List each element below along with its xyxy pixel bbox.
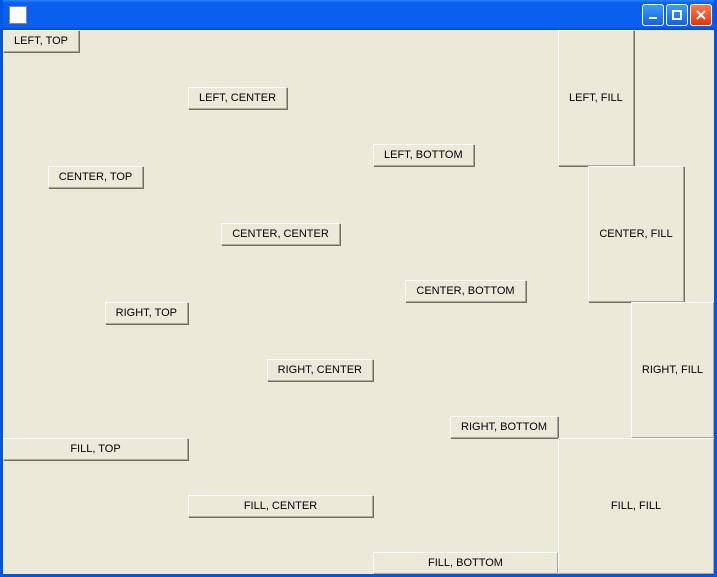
cell-right-top: RIGHT, TOP [3,302,188,438]
button-left-fill[interactable]: LEFT, FILL [558,30,634,166]
button-right-fill[interactable]: RIGHT, FILL [631,302,714,438]
client-area: LEFT, TOP LEFT, CENTER LEFT, BOTTOM LEFT… [3,30,714,574]
button-fill-bottom[interactable]: FILL, BOTTOM [373,552,558,574]
cell-center-center: CENTER, CENTER [188,166,373,302]
button-fill-top[interactable]: FILL, TOP [3,438,188,460]
layout-grid: LEFT, TOP LEFT, CENTER LEFT, BOTTOM LEFT… [3,30,714,574]
cell-right-fill: RIGHT, FILL [558,302,714,438]
button-center-fill[interactable]: CENTER, FILL [588,166,683,302]
minimize-button[interactable] [642,4,664,26]
button-fill-fill[interactable]: FILL, FILL [558,438,714,574]
button-center-center[interactable]: CENTER, CENTER [221,223,340,245]
button-fill-center[interactable]: FILL, CENTER [188,495,373,517]
button-left-bottom[interactable]: LEFT, BOTTOM [373,144,474,166]
close-icon [695,9,707,21]
app-icon [9,6,27,24]
cell-center-bottom: CENTER, BOTTOM [373,166,558,302]
maximize-icon [671,9,683,21]
cell-left-top: LEFT, TOP [3,30,188,166]
minimize-icon [647,9,659,21]
button-left-top[interactable]: LEFT, TOP [3,30,79,52]
cell-fill-top: FILL, TOP [3,438,188,574]
cell-left-fill: LEFT, FILL [558,30,714,166]
cell-fill-bottom: FILL, BOTTOM [373,438,558,574]
cell-left-center: LEFT, CENTER [188,30,373,166]
cell-fill-center: FILL, CENTER [188,438,373,574]
window-controls [642,4,712,26]
button-center-bottom[interactable]: CENTER, BOTTOM [405,280,525,302]
button-right-bottom[interactable]: RIGHT, BOTTOM [450,416,558,438]
app-window: LEFT, TOP LEFT, CENTER LEFT, BOTTOM LEFT… [0,0,717,577]
cell-left-bottom: LEFT, BOTTOM [373,30,558,166]
close-button[interactable] [690,4,712,26]
cell-fill-fill: FILL, FILL [558,438,714,574]
cell-right-bottom: RIGHT, BOTTOM [373,302,558,438]
button-left-center[interactable]: LEFT, CENTER [188,87,287,109]
button-center-top[interactable]: CENTER, TOP [48,166,144,188]
titlebar[interactable] [3,0,714,30]
cell-center-fill: CENTER, FILL [558,166,714,302]
cell-center-top: CENTER, TOP [3,166,188,302]
button-right-top[interactable]: RIGHT, TOP [105,302,188,324]
maximize-button[interactable] [666,4,688,26]
button-right-center[interactable]: RIGHT, CENTER [267,359,373,381]
cell-right-center: RIGHT, CENTER [188,302,373,438]
